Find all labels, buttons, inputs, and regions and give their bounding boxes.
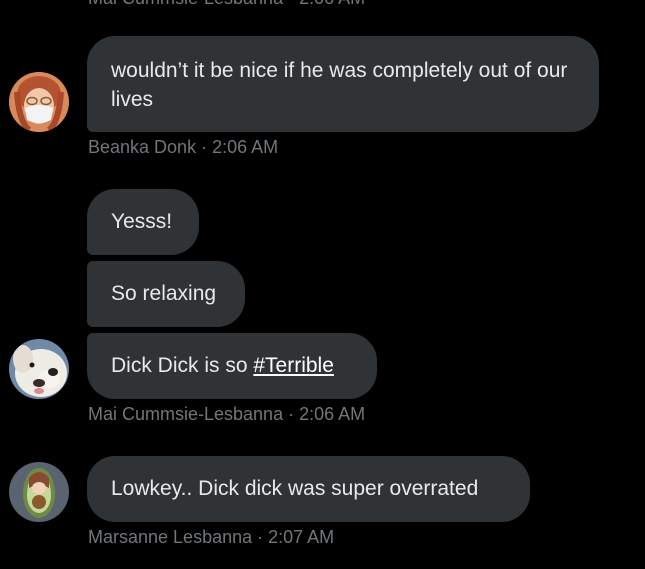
message-text: Dick Dick is so (111, 354, 254, 377)
message-text: wouldn’t it be nice if he was completely… (111, 59, 568, 111)
dm-conversation-thread: Mai Cummsie-Lesbanna · 2:06 AM wouldn’t … (0, 0, 645, 569)
message-text: So relaxing (111, 282, 217, 305)
message-bubble[interactable]: Lowkey.. Dick dick was super overrated (87, 456, 530, 522)
dog-avatar-icon (9, 339, 69, 399)
message-bubble[interactable]: wouldn’t it be nice if he was completely… (87, 36, 599, 132)
message-meta: Marsanne Lesbanna · 2:07 AM (88, 527, 335, 547)
woman-with-face-mask-avatar-icon (9, 72, 69, 132)
avatar-mai-cummsie-lesbanna[interactable] (9, 339, 69, 399)
avatar-beanka-donk[interactable] (9, 72, 69, 132)
message-meta: Mai Cummsie-Lesbanna · 2:06 AM (88, 404, 366, 424)
message-bubble[interactable]: Dick Dick is so #Terrible (87, 333, 377, 399)
avocado-avatar-icon (9, 462, 69, 522)
hashtag-link[interactable]: #Terrible (253, 354, 334, 377)
avatar-marsanne-lesbanna[interactable] (9, 462, 69, 522)
message-meta: Beanka Donk · 2:06 AM (88, 137, 279, 157)
previous-message-meta: Mai Cummsie-Lesbanna · 2:06 AM (88, 0, 365, 9)
message-bubble[interactable]: So relaxing (87, 261, 245, 327)
message-text: Lowkey.. Dick dick was super overrated (111, 477, 479, 500)
message-text: Yesss! (111, 210, 173, 233)
message-bubble[interactable]: Yesss! (87, 189, 199, 255)
